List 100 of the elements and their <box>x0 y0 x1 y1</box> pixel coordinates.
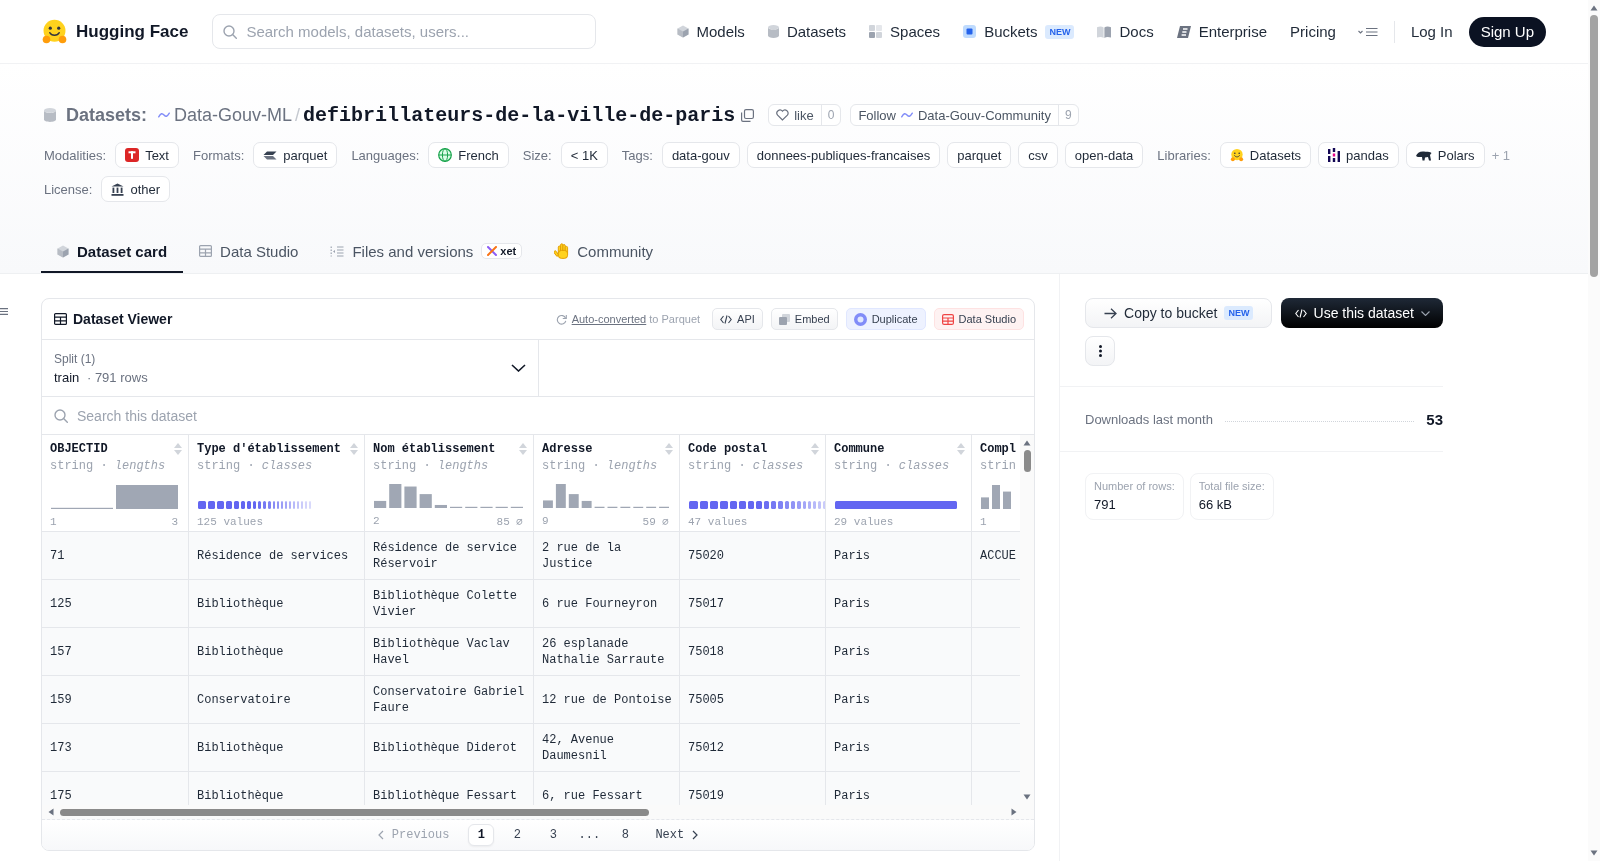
table-cell: 75012 <box>680 724 826 771</box>
chevron-right-icon <box>692 830 699 840</box>
range-max-label: 3 <box>171 516 178 528</box>
tag-chip[interactable]: French <box>428 142 509 168</box>
grid-squares-icon <box>869 25 883 38</box>
split-dropdown[interactable]: Split (1) train · 791 rows <box>42 340 539 396</box>
tag-chip[interactable]: Text <box>115 142 179 168</box>
table-cell: Bibliothèque <box>189 580 365 627</box>
smiley-logo-icon[interactable] <box>41 18 68 45</box>
viewer-action-button[interactable]: API <box>712 308 763 330</box>
column-name: Commune <box>834 442 885 456</box>
more-options-button[interactable] <box>1085 336 1115 366</box>
tag-chip[interactable]: csv <box>1018 142 1058 168</box>
nav-link[interactable]: Pricing <box>1290 23 1336 40</box>
login-link[interactable]: Log In <box>1410 23 1453 40</box>
page-button[interactable]: 8 <box>612 824 639 846</box>
menu-icon[interactable] <box>1357 26 1378 37</box>
column-type: string · classes <box>688 459 805 473</box>
scrollbar-thumb[interactable] <box>60 808 649 816</box>
scroll-down-arrow-icon[interactable] <box>1590 849 1598 857</box>
brand-name[interactable]: Hugging Face <box>76 21 189 42</box>
arrow-right-icon <box>1104 307 1118 319</box>
scroll-up-arrow-icon[interactable] <box>1023 439 1031 447</box>
tag-chip[interactable]: parquet <box>947 142 1012 168</box>
value-count-label: 47 values <box>688 516 748 528</box>
bars-icon <box>1328 148 1341 162</box>
page-button[interactable]: ... <box>576 824 603 846</box>
table-cell: 12 rue de Pontoise <box>534 676 680 723</box>
scrollbar-thumb[interactable] <box>1590 15 1598 277</box>
chevron-down-icon[interactable] <box>511 364 526 372</box>
stat-value: 66 kB <box>1198 497 1233 512</box>
hand-icon <box>554 243 570 259</box>
viewer-action-button[interactable]: Duplicate <box>845 308 926 330</box>
table-cell: 173 <box>42 724 189 771</box>
smiley-icon <box>1229 148 1244 162</box>
auto-converted-link[interactable]: Auto-converted <box>571 313 647 325</box>
column-type: string · lengths <box>542 459 659 473</box>
menu-icon[interactable] <box>0 308 8 315</box>
tag-chip[interactable]: pandas <box>1318 142 1399 168</box>
scroll-left-arrow-icon[interactable] <box>47 808 55 816</box>
scroll-right-arrow-icon[interactable] <box>1010 808 1018 816</box>
tag-chip[interactable]: < 1K <box>560 142 608 168</box>
nav-link[interactable]: Docs <box>1097 23 1154 40</box>
page-scrollbar[interactable] <box>1588 0 1600 861</box>
stat-label: Number of rows: <box>1094 480 1175 492</box>
page-button[interactable]: 3 <box>540 824 567 846</box>
cube-icon <box>57 244 69 258</box>
search-icon <box>54 408 68 423</box>
table-cell: 157 <box>42 628 189 675</box>
tab[interactable]: Dataset card <box>41 231 184 273</box>
range-min-label: 2 <box>373 515 380 528</box>
owner-link[interactable]: Data-Gouv-ML <box>174 104 293 126</box>
tab[interactable]: Files and versions xet <box>314 231 539 273</box>
table-cell: Conservatoire Gabriel Faure <box>365 676 534 723</box>
tag-chip[interactable]: other <box>101 176 171 202</box>
table-cell: 26 esplanade Nathalie Sarraute <box>534 628 680 675</box>
viewer-action-button[interactable]: Embed <box>770 308 838 330</box>
table-cell: 75020 <box>680 532 826 579</box>
tag-chip[interactable]: donnees-publiques-francaises <box>746 142 941 168</box>
nav-link[interactable]: Datasets <box>767 23 847 40</box>
tab[interactable]: Data Studio <box>183 231 315 273</box>
chevron-left-icon <box>377 830 384 840</box>
file-list-icon <box>330 245 345 257</box>
page-button[interactable]: 1 <box>468 824 495 846</box>
search-field[interactable]: Search models, datasets, users... <box>212 14 597 49</box>
scrollbar-thumb[interactable] <box>1023 450 1031 472</box>
datasets-link[interactable]: Datasets: <box>66 104 148 126</box>
page-button[interactable]: 2 <box>504 824 531 846</box>
pages-icon <box>778 313 790 325</box>
cube-icon <box>676 25 689 38</box>
table-cell: Bibliothèque <box>189 724 365 771</box>
tag-chip[interactable]: open-data <box>1064 142 1144 168</box>
follow-button[interactable]: Follow Data-Gouv-Community <box>851 105 1058 125</box>
tag-chip[interactable]: data-gouv <box>661 142 740 168</box>
nav-link[interactable]: Models <box>676 23 745 40</box>
downloads-label: Downloads last month <box>1085 411 1213 427</box>
table-cell: 2 rue de la Justice <box>534 532 680 579</box>
tag-chip[interactable]: parquet <box>253 142 338 168</box>
copy-to-bucket-button[interactable]: Copy to bucket NEW <box>1085 298 1273 328</box>
copy-button[interactable] <box>741 108 755 122</box>
tab[interactable]: Community <box>538 231 670 273</box>
viewer-action-button[interactable]: Data Studio <box>933 308 1024 330</box>
table-cell: Bibliothèque Vaclav Havel <box>365 628 534 675</box>
metadata-label: License: <box>44 181 93 197</box>
nav-link[interactable]: Buckets NEW <box>963 23 1075 40</box>
like-button[interactable]: like <box>769 105 821 125</box>
tag-chip[interactable]: Datasets <box>1219 142 1312 168</box>
tag-chip[interactable]: Polars <box>1405 142 1485 168</box>
column-type: string · lengths <box>50 459 167 473</box>
signup-button[interactable]: Sign Up <box>1468 16 1546 47</box>
table-cell: Bibliothèque Diderot <box>365 724 534 771</box>
nav-link[interactable]: Spaces <box>869 23 941 40</box>
horizontal-scrollbar[interactable] <box>42 805 1034 819</box>
scroll-down-arrow-icon[interactable] <box>1023 793 1031 801</box>
scroll-up-arrow-icon[interactable] <box>1590 4 1598 12</box>
like-count: 0 <box>820 105 841 125</box>
column-name: Nom établissement <box>373 442 496 456</box>
nav-link[interactable]: Enterprise <box>1176 23 1268 40</box>
use-dataset-button[interactable]: Use this dataset <box>1281 298 1443 328</box>
next-page-button[interactable]: Next <box>655 828 699 842</box>
